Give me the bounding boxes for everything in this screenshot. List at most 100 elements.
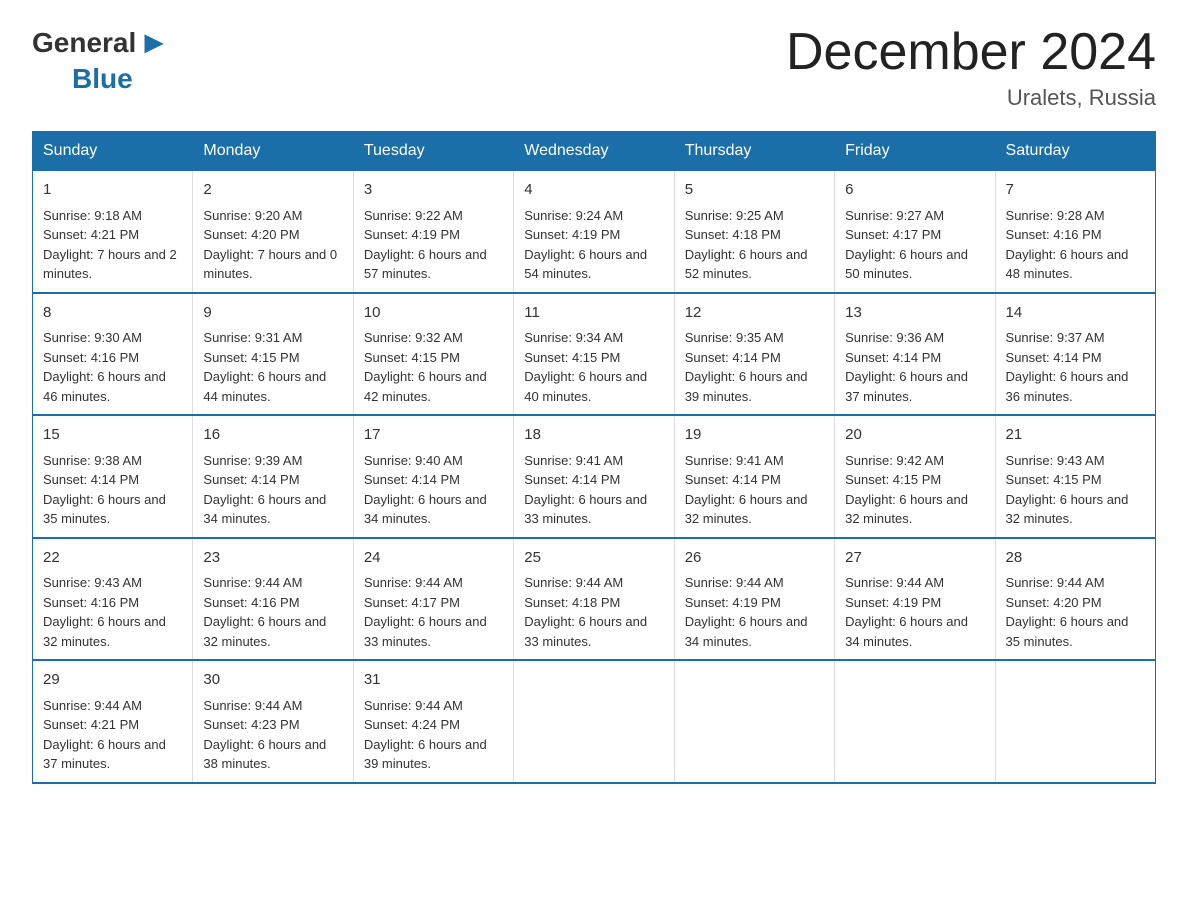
day-number: 31 xyxy=(364,669,503,692)
calendar-cell: 8Sunrise: 9:30 AMSunset: 4:16 PMDaylight… xyxy=(33,293,193,416)
calendar-cell: 1 Sunrise: 9:18 AMSunset: 4:21 PMDaylight… xyxy=(33,171,193,293)
day-info: Sunrise: 9:41 AMSunset: 4:14 PMDaylight:… xyxy=(524,453,647,527)
header-friday: Friday xyxy=(835,132,995,171)
day-info: Sunrise: 9:35 AMSunset: 4:14 PMDaylight:… xyxy=(685,330,808,404)
day-info: Sunrise: 9:44 AMSunset: 4:17 PMDaylight:… xyxy=(364,575,487,649)
calendar-table: SundayMondayTuesdayWednesdayThursdayFrid… xyxy=(32,131,1156,784)
day-info: Sunrise: 9:37 AMSunset: 4:14 PMDaylight:… xyxy=(1006,330,1129,404)
day-number: 1 xyxy=(43,179,182,202)
week-row-2: 8Sunrise: 9:30 AMSunset: 4:16 PMDaylight… xyxy=(33,293,1156,416)
day-number: 29 xyxy=(43,669,182,692)
day-info: Sunrise: 9:44 AMSunset: 4:18 PMDaylight:… xyxy=(524,575,647,649)
day-info: Sunrise: 9:28 AMSunset: 4:16 PMDaylight:… xyxy=(1006,208,1129,282)
header-tuesday: Tuesday xyxy=(353,132,513,171)
calendar-cell: 31 Sunrise: 9:44 AMSunset: 4:24 PMDayligh… xyxy=(353,660,513,783)
day-info: Sunrise: 9:44 AMSunset: 4:24 PMDaylight:… xyxy=(364,698,487,772)
day-info: Sunrise: 9:18 AMSunset: 4:21 PMDaylight:… xyxy=(43,208,177,282)
day-number: 17 xyxy=(364,424,503,447)
calendar-cell: 28 Sunrise: 9:44 AMSunset: 4:20 PMDayligh… xyxy=(995,538,1155,661)
calendar-cell xyxy=(674,660,834,783)
day-number: 2 xyxy=(203,179,342,202)
calendar-cell: 17 Sunrise: 9:40 AMSunset: 4:14 PMDayligh… xyxy=(353,415,513,538)
day-info: Sunrise: 9:25 AMSunset: 4:18 PMDaylight:… xyxy=(685,208,808,282)
calendar-cell: 2 Sunrise: 9:20 AMSunset: 4:20 PMDaylight… xyxy=(193,171,353,293)
day-info: Sunrise: 9:20 AMSunset: 4:20 PMDaylight:… xyxy=(203,208,337,282)
day-number: 19 xyxy=(685,424,824,447)
calendar-cell: 14 Sunrise: 9:37 AMSunset: 4:14 PMDayligh… xyxy=(995,293,1155,416)
calendar-cell: 3 Sunrise: 9:22 AMSunset: 4:19 PMDaylight… xyxy=(353,171,513,293)
day-number: 6 xyxy=(845,179,984,202)
day-info: Sunrise: 9:40 AMSunset: 4:14 PMDaylight:… xyxy=(364,453,487,527)
day-info: Sunrise: 9:27 AMSunset: 4:17 PMDaylight:… xyxy=(845,208,968,282)
day-info: Sunrise: 9:43 AMSunset: 4:15 PMDaylight:… xyxy=(1006,453,1129,527)
day-info: Sunrise: 9:44 AMSunset: 4:21 PMDaylight:… xyxy=(43,698,166,772)
day-info: Sunrise: 9:22 AMSunset: 4:19 PMDaylight:… xyxy=(364,208,487,282)
day-number: 30 xyxy=(203,669,342,692)
day-info: Sunrise: 9:44 AMSunset: 4:20 PMDaylight:… xyxy=(1006,575,1129,649)
day-info: Sunrise: 9:38 AMSunset: 4:14 PMDaylight:… xyxy=(43,453,166,527)
header-saturday: Saturday xyxy=(995,132,1155,171)
day-info: Sunrise: 9:44 AMSunset: 4:16 PMDaylight:… xyxy=(203,575,326,649)
day-number: 13 xyxy=(845,302,984,325)
day-number: 15 xyxy=(43,424,182,447)
day-number: 18 xyxy=(524,424,663,447)
day-info: Sunrise: 9:34 AMSunset: 4:15 PMDaylight:… xyxy=(524,330,647,404)
calendar-cell: 12 Sunrise: 9:35 AMSunset: 4:14 PMDayligh… xyxy=(674,293,834,416)
calendar-cell: 4 Sunrise: 9:24 AMSunset: 4:19 PMDaylight… xyxy=(514,171,674,293)
logo-general-text: General xyxy=(32,27,136,59)
day-number: 3 xyxy=(364,179,503,202)
calendar-cell: 16 Sunrise: 9:39 AMSunset: 4:14 PMDayligh… xyxy=(193,415,353,538)
calendar-cell: 7Sunrise: 9:28 AMSunset: 4:16 PMDaylight… xyxy=(995,171,1155,293)
calendar-cell: 25Sunrise: 9:44 AMSunset: 4:18 PMDayligh… xyxy=(514,538,674,661)
day-number: 16 xyxy=(203,424,342,447)
calendar-cell: 23Sunrise: 9:44 AMSunset: 4:16 PMDayligh… xyxy=(193,538,353,661)
day-number: 14 xyxy=(1006,302,1145,325)
day-number: 20 xyxy=(845,424,984,447)
day-info: Sunrise: 9:42 AMSunset: 4:15 PMDaylight:… xyxy=(845,453,968,527)
calendar-cell: 22 Sunrise: 9:43 AMSunset: 4:16 PMDayligh… xyxy=(33,538,193,661)
calendar-cell xyxy=(995,660,1155,783)
day-info: Sunrise: 9:31 AMSunset: 4:15 PMDaylight:… xyxy=(203,330,326,404)
day-number: 8 xyxy=(43,302,182,325)
day-number: 5 xyxy=(685,179,824,202)
calendar-cell: 26Sunrise: 9:44 AMSunset: 4:19 PMDayligh… xyxy=(674,538,834,661)
calendar-header-row: SundayMondayTuesdayWednesdayThursdayFrid… xyxy=(33,132,1156,171)
week-row-1: 1 Sunrise: 9:18 AMSunset: 4:21 PMDaylight… xyxy=(33,171,1156,293)
calendar-cell: 15 Sunrise: 9:38 AMSunset: 4:14 PMDayligh… xyxy=(33,415,193,538)
week-row-3: 15 Sunrise: 9:38 AMSunset: 4:14 PMDayligh… xyxy=(33,415,1156,538)
day-info: Sunrise: 9:43 AMSunset: 4:16 PMDaylight:… xyxy=(43,575,166,649)
day-number: 22 xyxy=(43,547,182,570)
calendar-cell: 27Sunrise: 9:44 AMSunset: 4:19 PMDayligh… xyxy=(835,538,995,661)
calendar-cell: 11Sunrise: 9:34 AMSunset: 4:15 PMDayligh… xyxy=(514,293,674,416)
header-thursday: Thursday xyxy=(674,132,834,171)
day-number: 12 xyxy=(685,302,824,325)
calendar-cell: 29 Sunrise: 9:44 AMSunset: 4:21 PMDayligh… xyxy=(33,660,193,783)
title-block: December 2024 Uralets, Russia xyxy=(786,24,1156,111)
day-number: 21 xyxy=(1006,424,1145,447)
header-monday: Monday xyxy=(193,132,353,171)
day-number: 9 xyxy=(203,302,342,325)
day-info: Sunrise: 9:24 AMSunset: 4:19 PMDaylight:… xyxy=(524,208,647,282)
calendar-cell: 20 Sunrise: 9:42 AMSunset: 4:15 PMDayligh… xyxy=(835,415,995,538)
day-info: Sunrise: 9:32 AMSunset: 4:15 PMDaylight:… xyxy=(364,330,487,404)
calendar-cell: 6 Sunrise: 9:27 AMSunset: 4:17 PMDaylight… xyxy=(835,171,995,293)
header-wednesday: Wednesday xyxy=(514,132,674,171)
logo-arrow-icon: ► xyxy=(138,24,170,61)
calendar-cell: 21 Sunrise: 9:43 AMSunset: 4:15 PMDayligh… xyxy=(995,415,1155,538)
day-info: Sunrise: 9:44 AMSunset: 4:23 PMDaylight:… xyxy=(203,698,326,772)
logo-blue-text: Blue xyxy=(72,63,133,95)
calendar-cell xyxy=(835,660,995,783)
calendar-cell: 30 Sunrise: 9:44 AMSunset: 4:23 PMDayligh… xyxy=(193,660,353,783)
calendar-cell: 18 Sunrise: 9:41 AMSunset: 4:14 PMDayligh… xyxy=(514,415,674,538)
calendar-cell: 13 Sunrise: 9:36 AMSunset: 4:14 PMDayligh… xyxy=(835,293,995,416)
day-number: 10 xyxy=(364,302,503,325)
calendar-cell: 24Sunrise: 9:44 AMSunset: 4:17 PMDayligh… xyxy=(353,538,513,661)
day-info: Sunrise: 9:39 AMSunset: 4:14 PMDaylight:… xyxy=(203,453,326,527)
page-header: General ► Blue December 2024 Uralets, Ru… xyxy=(32,24,1156,111)
day-info: Sunrise: 9:36 AMSunset: 4:14 PMDaylight:… xyxy=(845,330,968,404)
day-number: 28 xyxy=(1006,547,1145,570)
day-number: 4 xyxy=(524,179,663,202)
week-row-4: 22 Sunrise: 9:43 AMSunset: 4:16 PMDayligh… xyxy=(33,538,1156,661)
calendar-cell: 9 Sunrise: 9:31 AMSunset: 4:15 PMDaylight… xyxy=(193,293,353,416)
calendar-cell: 19Sunrise: 9:41 AMSunset: 4:14 PMDayligh… xyxy=(674,415,834,538)
